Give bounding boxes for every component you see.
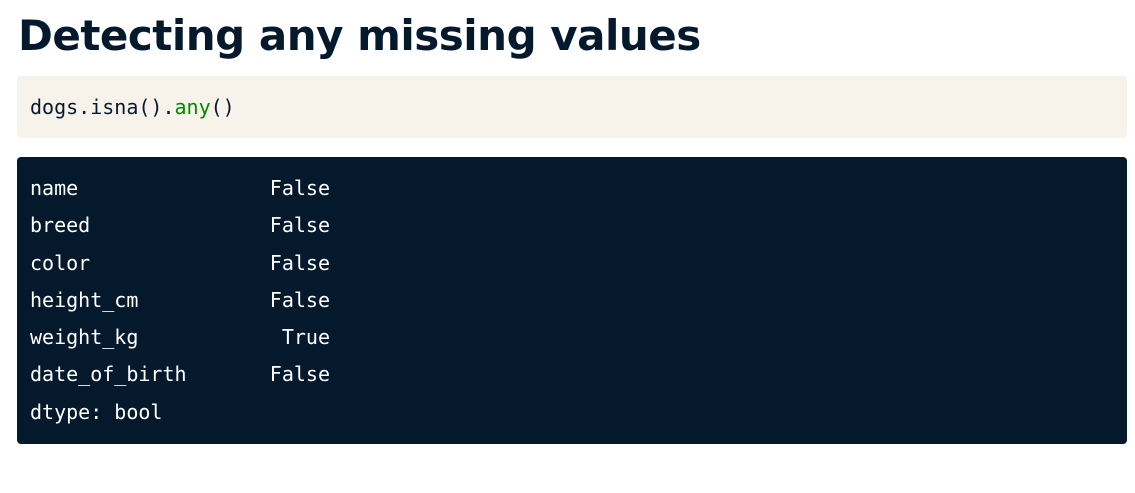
output-column-name: color bbox=[30, 250, 91, 275]
output-column-value: False bbox=[269, 213, 330, 238]
output-dtype: dtype: bool bbox=[30, 399, 163, 424]
output-column-name: name bbox=[30, 176, 79, 200]
output-column-value: False bbox=[269, 287, 330, 312]
output-column-name: breed bbox=[30, 213, 91, 238]
code-output-block: name False breed False color False heigh… bbox=[17, 157, 1127, 444]
output-row: color False bbox=[30, 245, 1127, 282]
slide-title: Detecting any missing values bbox=[18, 11, 701, 60]
output-row: height_cm False bbox=[30, 282, 1127, 319]
code-call-text: () bbox=[210, 95, 235, 119]
output-column-value: False bbox=[269, 176, 330, 200]
output-column-value: False bbox=[269, 250, 330, 275]
output-row: weight_kg True bbox=[30, 319, 1127, 356]
output-column-name: height_cm bbox=[30, 287, 139, 312]
code-method-text: any bbox=[174, 95, 211, 119]
code-input-block: dogs.isna(). any() bbox=[17, 76, 1127, 138]
output-column-value: True bbox=[281, 325, 330, 350]
code-object-text: dogs.isna(). bbox=[30, 95, 175, 119]
output-row: breed False bbox=[30, 207, 1127, 244]
output-column-value: False bbox=[269, 362, 330, 387]
output-column-name: weight_kg bbox=[30, 325, 139, 350]
output-column-name: date_of_birth bbox=[30, 362, 187, 387]
output-row: date_of_birth False bbox=[30, 356, 1127, 393]
output-row: name False bbox=[30, 170, 1127, 207]
